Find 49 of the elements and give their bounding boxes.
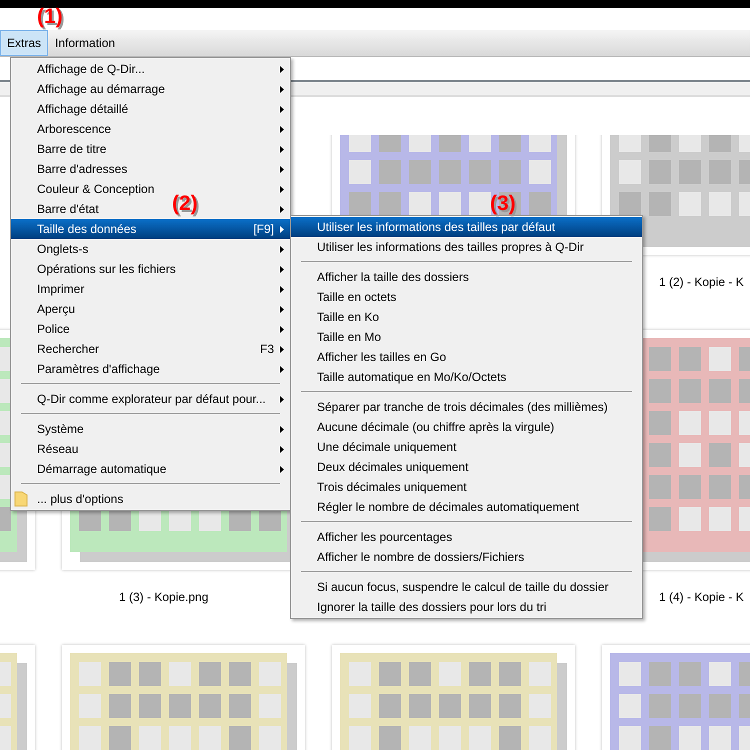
menu-item[interactable]: Afficher les pourcentages xyxy=(317,530,452,544)
menubar-item[interactable]: Extras xyxy=(0,30,48,56)
menu-item[interactable]: Police xyxy=(37,322,70,336)
menu-item[interactable]: Aucune décimale (ou chiffre après la virgule) xyxy=(317,420,554,434)
menu-item[interactable]: Afficher les tailles en Go xyxy=(317,350,446,364)
menu-item[interactable]: Taille en octets xyxy=(317,290,396,304)
folder-icon xyxy=(14,491,28,507)
annotation-number: (2) xyxy=(172,193,198,215)
menu-item[interactable]: Ignorer la taille des dossiers pour lors du tri xyxy=(317,600,546,614)
menubar-item[interactable]: Information xyxy=(48,30,122,56)
menu-item[interactable]: ... plus d'options xyxy=(37,492,124,506)
menu-item[interactable]: Réseau xyxy=(37,442,78,456)
shortcut-text: F3 xyxy=(260,342,274,356)
menu-item[interactable]: Barre d'état xyxy=(37,202,99,216)
annotation-number: (3) xyxy=(490,193,516,215)
file-name: 1 (3) - Kopie.png xyxy=(119,590,208,604)
menu-item[interactable]: Affichage de Q-Dir... xyxy=(37,62,145,76)
menu-item[interactable]: Aperçu xyxy=(37,302,76,316)
menu-item[interactable]: Paramètres d'affichage xyxy=(37,362,160,376)
menu-item[interactable]: Rechercher xyxy=(37,342,100,356)
menu-item[interactable]: Arborescence xyxy=(37,122,112,136)
menu-item[interactable]: Séparer par tranche de trois décimales (des millièmes) xyxy=(317,400,608,414)
menu-item[interactable]: Barre de titre xyxy=(37,142,106,156)
menu-item[interactable]: Démarrage automatique xyxy=(37,462,166,476)
file-name: 1 (4) - Kopie - K xyxy=(659,590,744,604)
menu-item[interactable]: Onglets-s xyxy=(37,242,88,256)
menu-item[interactable]: Taille en Mo xyxy=(317,330,382,344)
menu-item[interactable]: Taille des données [F9] xyxy=(11,219,290,239)
annotation-number: (1) xyxy=(37,6,63,28)
menu-item[interactable]: Trois décimales uniquement xyxy=(317,480,467,494)
menu-item[interactable]: Utiliser les informations des tailles par défaut xyxy=(291,217,642,237)
menu-item[interactable]: Affichage au démarrage xyxy=(37,82,165,96)
menu-item[interactable]: Imprimer xyxy=(37,282,84,296)
menu-item[interactable]: Couleur & Conception xyxy=(37,182,154,196)
menu-item[interactable]: Régler le nombre de décimales automatiquement xyxy=(317,500,580,514)
menu-item[interactable]: Système xyxy=(37,422,84,436)
menu-item[interactable]: Taille automatique en Mo/Ko/Octets xyxy=(317,370,506,384)
menu-item[interactable]: Opérations sur les fichiers xyxy=(37,262,176,276)
menu-item[interactable]: Afficher le nombre de dossiers/Fichiers xyxy=(317,550,524,564)
menu-item[interactable]: Affichage détaillé xyxy=(37,102,128,116)
file-name: 1 (2) - Kopie - K xyxy=(659,275,744,289)
menu-item[interactable]: Taille en Ko xyxy=(317,310,380,324)
menu-item[interactable]: Une décimale uniquement xyxy=(317,440,456,454)
menu-item[interactable]: Si aucun focus, suspendre le calcul de taille du dossier xyxy=(317,580,609,594)
menu-item[interactable]: Deux décimales uniquement xyxy=(317,460,468,474)
menu-item[interactable]: Utiliser les informations des tailles propres à Q-Dir xyxy=(317,240,584,254)
menu-item[interactable]: Q-Dir comme explorateur par défaut pour... xyxy=(37,392,266,406)
menu-item[interactable]: Barre d'adresses xyxy=(37,162,128,176)
menu-item[interactable]: Afficher la taille des dossiers xyxy=(317,270,469,284)
